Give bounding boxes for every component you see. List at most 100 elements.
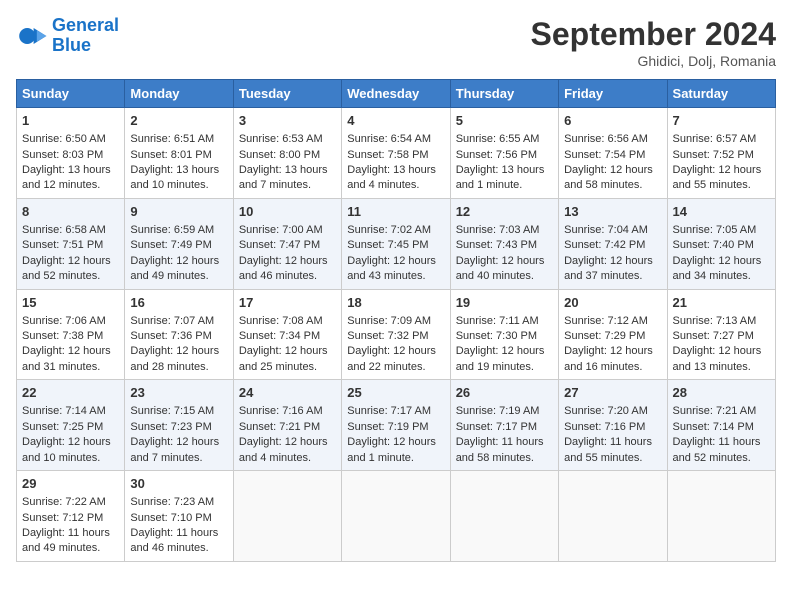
calendar-cell: 21Sunrise: 7:13 AMSunset: 7:27 PMDayligh… [667, 289, 775, 380]
day-info-line: Sunset: 7:12 PM [22, 511, 119, 526]
day-number: 25 [347, 384, 444, 402]
day-number: 24 [239, 384, 336, 402]
day-number: 15 [22, 294, 119, 312]
day-info-line: and 19 minutes. [456, 360, 553, 375]
day-info-line: Sunset: 7:16 PM [564, 420, 661, 435]
day-info-line: Daylight: 11 hours [456, 435, 553, 450]
day-info-line: Sunrise: 7:20 AM [564, 404, 661, 419]
day-number: 8 [22, 203, 119, 221]
calendar-cell: 12Sunrise: 7:03 AMSunset: 7:43 PMDayligh… [450, 198, 558, 289]
day-info-line: Sunset: 7:51 PM [22, 238, 119, 253]
day-number: 9 [130, 203, 227, 221]
day-info-line: and 58 minutes. [564, 178, 661, 193]
day-info-line: Sunset: 7:29 PM [564, 329, 661, 344]
day-number: 17 [239, 294, 336, 312]
day-info-line: Daylight: 12 hours [456, 254, 553, 269]
day-info-line: Sunrise: 6:55 AM [456, 132, 553, 147]
month-title: September 2024 [531, 16, 776, 53]
day-info-line: Daylight: 13 hours [239, 163, 336, 178]
day-header-wednesday: Wednesday [342, 80, 450, 108]
day-info-line: and 1 minute. [456, 178, 553, 193]
day-info-line: Sunset: 7:34 PM [239, 329, 336, 344]
day-info-line: Sunrise: 7:09 AM [347, 314, 444, 329]
day-info-line: Sunset: 7:30 PM [456, 329, 553, 344]
day-info-line: and 37 minutes. [564, 269, 661, 284]
calendar-cell: 17Sunrise: 7:08 AMSunset: 7:34 PMDayligh… [233, 289, 341, 380]
day-info-line: and 13 minutes. [673, 360, 770, 375]
day-info-line: Sunrise: 7:06 AM [22, 314, 119, 329]
day-info-line: and 52 minutes. [22, 269, 119, 284]
logo-text: General Blue [52, 16, 119, 56]
day-info-line: Sunset: 7:49 PM [130, 238, 227, 253]
calendar-cell: 18Sunrise: 7:09 AMSunset: 7:32 PMDayligh… [342, 289, 450, 380]
calendar-cell: 20Sunrise: 7:12 AMSunset: 7:29 PMDayligh… [559, 289, 667, 380]
day-info-line: and 7 minutes. [130, 451, 227, 466]
title-block: September 2024 Ghidici, Dolj, Romania [531, 16, 776, 69]
day-info-line: Daylight: 11 hours [22, 526, 119, 541]
calendar-header-row: SundayMondayTuesdayWednesdayThursdayFrid… [17, 80, 776, 108]
day-header-monday: Monday [125, 80, 233, 108]
day-info-line: Sunset: 7:10 PM [130, 511, 227, 526]
day-number: 7 [673, 112, 770, 130]
day-info-line: Sunset: 7:21 PM [239, 420, 336, 435]
day-header-sunday: Sunday [17, 80, 125, 108]
day-info-line: and 49 minutes. [130, 269, 227, 284]
calendar-cell: 25Sunrise: 7:17 AMSunset: 7:19 PMDayligh… [342, 380, 450, 471]
day-info-line: Sunrise: 6:51 AM [130, 132, 227, 147]
calendar-cell: 5Sunrise: 6:55 AMSunset: 7:56 PMDaylight… [450, 108, 558, 199]
day-info-line: Daylight: 12 hours [22, 435, 119, 450]
calendar-cell: 14Sunrise: 7:05 AMSunset: 7:40 PMDayligh… [667, 198, 775, 289]
day-info-line: Sunset: 7:52 PM [673, 148, 770, 163]
day-number: 27 [564, 384, 661, 402]
calendar-cell: 26Sunrise: 7:19 AMSunset: 7:17 PMDayligh… [450, 380, 558, 471]
day-info-line: and 16 minutes. [564, 360, 661, 375]
day-info-line: and 25 minutes. [239, 360, 336, 375]
calendar-week-row: 1Sunrise: 6:50 AMSunset: 8:03 PMDaylight… [17, 108, 776, 199]
day-info-line: and 31 minutes. [22, 360, 119, 375]
calendar-cell [450, 471, 558, 562]
day-info-line: and 43 minutes. [347, 269, 444, 284]
day-info-line: Daylight: 12 hours [673, 254, 770, 269]
calendar-cell: 15Sunrise: 7:06 AMSunset: 7:38 PMDayligh… [17, 289, 125, 380]
day-info-line: Sunset: 7:19 PM [347, 420, 444, 435]
day-info-line: Daylight: 12 hours [673, 344, 770, 359]
day-number: 29 [22, 475, 119, 493]
day-info-line: Sunrise: 7:21 AM [673, 404, 770, 419]
calendar-cell: 13Sunrise: 7:04 AMSunset: 7:42 PMDayligh… [559, 198, 667, 289]
day-info-line: Sunset: 7:54 PM [564, 148, 661, 163]
day-info-line: and 10 minutes. [22, 451, 119, 466]
day-number: 3 [239, 112, 336, 130]
day-info-line: and 55 minutes. [564, 451, 661, 466]
day-info-line: Daylight: 12 hours [456, 344, 553, 359]
location-subtitle: Ghidici, Dolj, Romania [531, 53, 776, 69]
day-info-line: and 46 minutes. [239, 269, 336, 284]
day-info-line: Daylight: 11 hours [673, 435, 770, 450]
day-info-line: Sunrise: 7:03 AM [456, 223, 553, 238]
calendar-table: SundayMondayTuesdayWednesdayThursdayFrid… [16, 79, 776, 562]
day-info-line: Sunrise: 7:05 AM [673, 223, 770, 238]
day-info-line: and 49 minutes. [22, 541, 119, 556]
day-info-line: Sunset: 7:58 PM [347, 148, 444, 163]
day-info-line: Sunrise: 7:12 AM [564, 314, 661, 329]
calendar-cell [559, 471, 667, 562]
calendar-cell [233, 471, 341, 562]
day-info-line: Sunset: 8:03 PM [22, 148, 119, 163]
day-header-friday: Friday [559, 80, 667, 108]
calendar-cell: 6Sunrise: 6:56 AMSunset: 7:54 PMDaylight… [559, 108, 667, 199]
day-info-line: Daylight: 12 hours [22, 344, 119, 359]
calendar-cell [667, 471, 775, 562]
day-info-line: Sunrise: 7:15 AM [130, 404, 227, 419]
day-info-line: Daylight: 12 hours [239, 435, 336, 450]
day-info-line: Daylight: 12 hours [564, 344, 661, 359]
day-info-line: Sunset: 7:25 PM [22, 420, 119, 435]
day-info-line: Sunrise: 6:53 AM [239, 132, 336, 147]
day-number: 23 [130, 384, 227, 402]
day-info-line: and 1 minute. [347, 451, 444, 466]
day-info-line: Sunrise: 7:13 AM [673, 314, 770, 329]
day-info-line: Daylight: 12 hours [130, 435, 227, 450]
calendar-cell: 8Sunrise: 6:58 AMSunset: 7:51 PMDaylight… [17, 198, 125, 289]
day-info-line: Daylight: 12 hours [347, 254, 444, 269]
day-info-line: Daylight: 11 hours [564, 435, 661, 450]
day-info-line: Sunset: 7:14 PM [673, 420, 770, 435]
day-number: 11 [347, 203, 444, 221]
